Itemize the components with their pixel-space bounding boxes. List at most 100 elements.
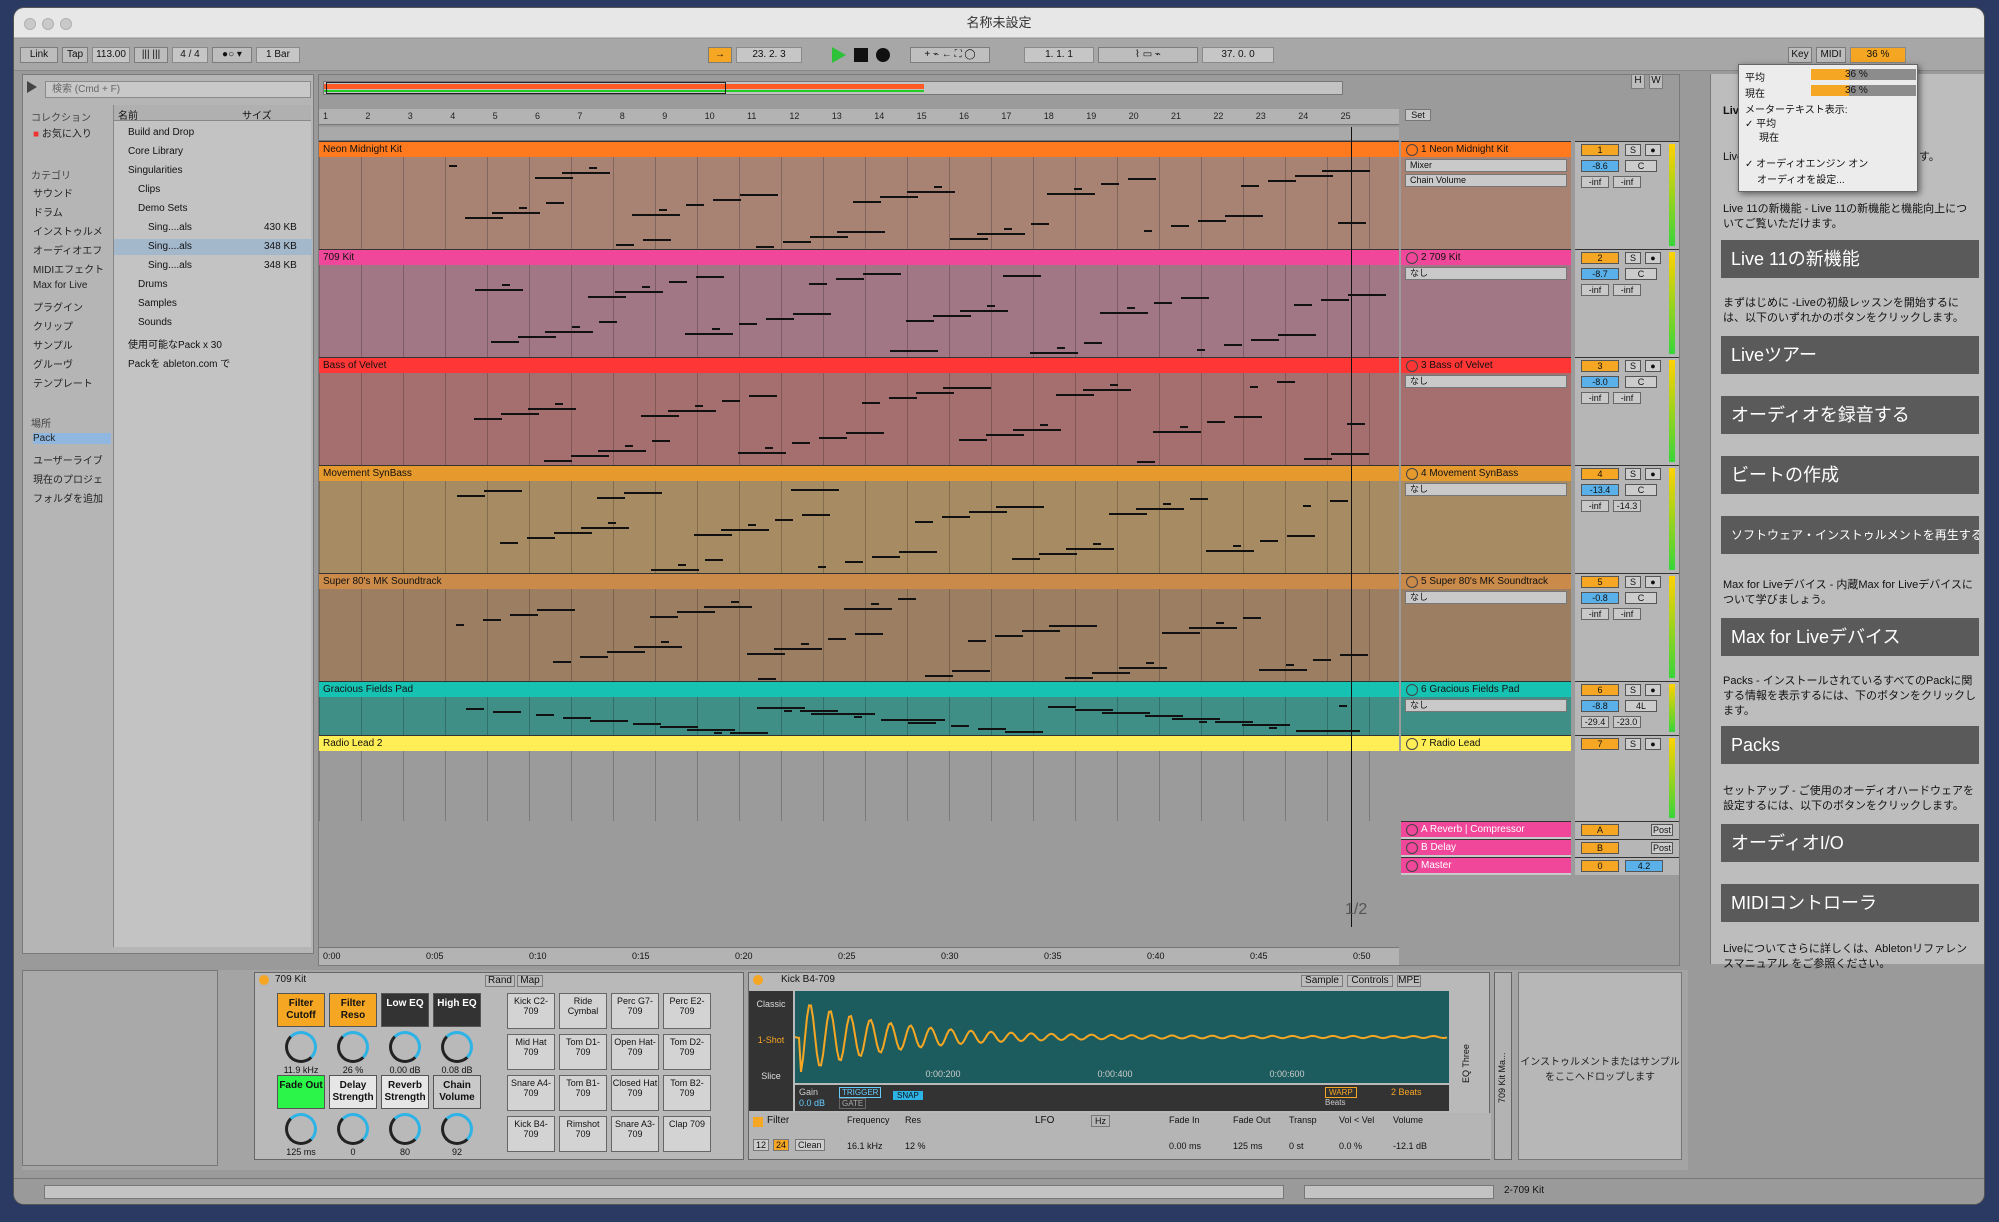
track-name[interactable]: 7 Radio Lead: [1401, 736, 1571, 751]
play-instrument-button[interactable]: ソフトウェア・インストゥルメントを再生する: [1721, 516, 1979, 554]
loop-length-field[interactable]: 37. 0. 0: [1202, 47, 1274, 63]
category-item[interactable]: クリップ: [33, 318, 73, 333]
drum-pad[interactable]: Ride Cymbal: [559, 993, 607, 1029]
macro-label[interactable]: Fade Out: [277, 1075, 325, 1109]
tempo-field[interactable]: 113.00: [92, 47, 130, 63]
col-name-header[interactable]: 名前: [118, 107, 138, 122]
mode-oneshot[interactable]: 1-Shot: [749, 1009, 793, 1045]
collection-favorites[interactable]: ■ お気に入り: [33, 125, 92, 140]
mode-slice[interactable]: Slice: [749, 1045, 793, 1081]
track-lane[interactable]: Movement SynBass: [319, 465, 1399, 573]
res-value[interactable]: 12 %: [905, 1141, 926, 1151]
sample-tab[interactable]: Sample: [1301, 975, 1343, 987]
track-lane[interactable]: Super 80's MK Soundtrack: [319, 573, 1399, 681]
filter-toggle[interactable]: [753, 1117, 763, 1127]
track-name[interactable]: 5 Super 80's MK Soundtrack: [1401, 574, 1571, 589]
clip-body[interactable]: [319, 481, 1399, 573]
pan-field[interactable]: C: [1625, 376, 1657, 388]
macro-label[interactable]: Reverb Strength: [381, 1075, 429, 1109]
device-chooser[interactable]: なし: [1405, 699, 1567, 712]
volume-value[interactable]: -12.1 dB: [1393, 1141, 1427, 1151]
track-lane[interactable]: 709 Kit: [319, 249, 1399, 357]
control-chooser[interactable]: Chain Volume: [1405, 174, 1567, 187]
popup-audio-settings[interactable]: オーディオを設定...: [1757, 171, 1845, 186]
lfo-label[interactable]: LFO: [1035, 1115, 1054, 1126]
track-name[interactable]: 4 Movement SynBass: [1401, 466, 1571, 481]
clip-body[interactable]: [319, 697, 1399, 735]
device-chooser[interactable]: なし: [1405, 591, 1567, 604]
return-activator[interactable]: 0: [1581, 860, 1619, 872]
file-row[interactable]: Packを ableton.com で: [114, 353, 312, 370]
track-activator[interactable]: 7: [1581, 738, 1619, 750]
macro-label[interactable]: Chain Volume: [433, 1075, 481, 1109]
col-size-header[interactable]: サイズ: [242, 107, 272, 122]
track-activator[interactable]: 6: [1581, 684, 1619, 696]
file-row[interactable]: Sing....als 430 KB: [114, 220, 312, 236]
macro-knob[interactable]: [389, 1031, 421, 1063]
return-activator[interactable]: B: [1581, 842, 1619, 854]
play-button[interactable]: [832, 47, 846, 63]
track-activator[interactable]: 3: [1581, 360, 1619, 372]
tap-button[interactable]: Tap: [62, 47, 88, 63]
drop-zone[interactable]: インストゥルメントまたはサンプルをここへドロップします: [1518, 972, 1682, 1160]
vel-value[interactable]: 0.0 %: [1339, 1141, 1362, 1151]
macro-label[interactable]: Filter Reso: [329, 993, 377, 1027]
warp-mode[interactable]: Beats: [1325, 1098, 1345, 1107]
midi-map-button[interactable]: MIDI: [1816, 47, 1846, 63]
track-name[interactable]: 6 Gracious Fields Pad: [1401, 682, 1571, 697]
file-row[interactable]: Clips: [114, 182, 312, 198]
trigger-button[interactable]: TRIGGER: [839, 1087, 882, 1098]
live-tour-button[interactable]: Liveツアー: [1721, 336, 1979, 374]
mpe-toggle[interactable]: MPE: [1397, 975, 1421, 987]
clip-body[interactable]: [319, 265, 1399, 357]
clip-header[interactable]: Gracious Fields Pad: [319, 682, 1399, 697]
clip-header[interactable]: Bass of Velvet: [319, 358, 1399, 373]
place-item[interactable]: Pack: [33, 433, 111, 444]
fadein-value[interactable]: 0.00 ms: [1169, 1141, 1201, 1151]
drum-pad[interactable]: Closed Hat 709: [611, 1075, 659, 1111]
make-beat-button[interactable]: ビートの作成: [1721, 456, 1979, 494]
category-item[interactable]: テンプレート: [33, 375, 93, 390]
drum-pad[interactable]: Kick C2-709: [507, 993, 555, 1029]
clip-header[interactable]: Radio Lead 2: [319, 736, 1399, 751]
file-row[interactable]: Drums: [114, 277, 312, 293]
device-chooser[interactable]: なし: [1405, 375, 1567, 388]
record-audio-button[interactable]: オーディオを録音する: [1721, 396, 1979, 434]
drum-pad[interactable]: Kick B4-709: [507, 1116, 555, 1152]
track-lane[interactable]: Gracious Fields Pad: [319, 681, 1399, 735]
minimize-window-button[interactable]: [42, 18, 54, 30]
drum-pad[interactable]: Perc G7-709: [611, 993, 659, 1029]
simpler-power-icon[interactable]: [753, 975, 763, 985]
volume-field[interactable]: -0.8: [1581, 592, 1619, 604]
macro-knob[interactable]: [337, 1031, 369, 1063]
category-item[interactable]: サンプル: [33, 337, 73, 352]
macro-knob[interactable]: [389, 1113, 421, 1145]
volume-field[interactable]: -8.0: [1581, 376, 1619, 388]
pan-field[interactable]: C: [1625, 592, 1657, 604]
drum-pad[interactable]: Clap 709: [663, 1116, 711, 1152]
drum-pad[interactable]: Open Hat-709: [611, 1034, 659, 1070]
category-item[interactable]: ドラム: [33, 204, 63, 219]
category-item[interactable]: MIDIエフェクト: [33, 261, 104, 276]
key-map-button[interactable]: Key: [1788, 47, 1812, 63]
file-row[interactable]: Core Library: [114, 144, 312, 160]
time-signature-field[interactable]: 4 / 4: [172, 47, 208, 63]
map-button[interactable]: Map: [517, 975, 543, 987]
master-volume[interactable]: 4.2: [1625, 860, 1663, 872]
warp-button[interactable]: WARP: [1325, 1087, 1357, 1098]
macro-knob[interactable]: [285, 1031, 317, 1063]
h-button[interactable]: H: [1631, 75, 1645, 89]
song-position-field[interactable]: 23. 2. 3: [736, 47, 802, 63]
clip-header[interactable]: Neon Midnight Kit: [319, 142, 1399, 157]
track-lane[interactable]: Radio Lead 2: [319, 735, 1399, 821]
drum-pad[interactable]: Mid Hat 709: [507, 1034, 555, 1070]
clip-body[interactable]: [319, 589, 1399, 681]
rack-power-icon[interactable]: [259, 975, 269, 985]
solo-button[interactable]: S: [1625, 252, 1641, 264]
category-item[interactable]: Max for Live: [33, 280, 87, 291]
new-features-button[interactable]: Live 11の新機能: [1721, 240, 1979, 278]
file-row[interactable]: Demo Sets: [114, 201, 312, 217]
device-chooser[interactable]: Mixer: [1405, 159, 1567, 172]
solo-button[interactable]: S: [1625, 360, 1641, 372]
place-item[interactable]: 現在のプロジェ: [33, 471, 103, 486]
